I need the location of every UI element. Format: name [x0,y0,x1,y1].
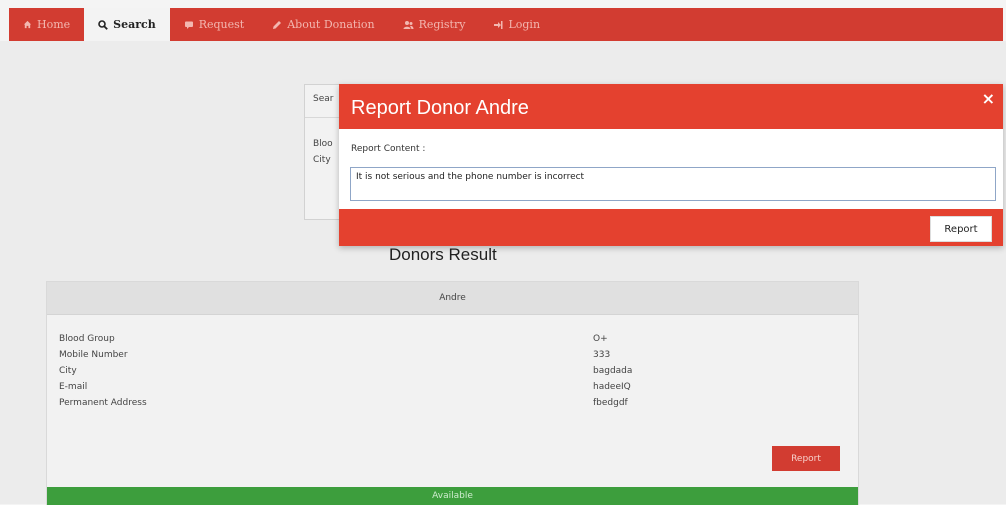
donor-availability-status: Available [47,487,858,505]
search-panel-blood-label: Bloo [313,139,333,149]
nav-request-label: Request [198,18,245,31]
nav-login[interactable]: Login [479,8,554,41]
donor-field-values: O+ 333 bagdada hadeeIQ fbedgdf [593,331,632,411]
donor-report-button[interactable]: Report [772,446,840,471]
modal-body: Report Content : It is not serious and t… [339,129,1003,209]
donor-name: Andre [47,282,858,315]
donor-field-label: City [59,366,77,376]
nav-registry[interactable]: Registry [389,8,480,41]
users-icon [403,20,414,30]
search-panel-header: Sear [313,94,334,104]
home-icon [23,20,32,29]
nav-registry-label: Registry [418,18,466,31]
donors-result-heading: Donors Result [389,245,497,264]
donor-field-label: E-mail [59,382,88,392]
sign-in-icon [493,20,503,30]
comment-icon [184,20,194,30]
report-donor-modal: Report Donor Andre × Report Content : It… [339,84,1003,246]
close-icon[interactable]: × [982,89,995,108]
search-icon [98,19,108,30]
nav-search[interactable]: Search [84,8,170,41]
donor-field-value: fbedgdf [593,398,628,408]
donor-field-label: Permanent Address [59,398,147,408]
modal-title: Report Donor Andre [351,97,529,119]
donor-card: Andre Blood Group Mobile Number City E-m… [46,281,859,505]
report-content-label: Report Content : [351,144,426,154]
donor-field-label: Mobile Number [59,350,128,360]
modal-report-button[interactable]: Report [930,216,992,242]
donor-field-label: Blood Group [59,334,115,344]
top-navbar: Home Search Request About Donation Regis… [9,8,1003,41]
pencil-icon [272,20,282,30]
nav-login-label: Login [508,18,541,31]
search-panel-city-label: City [313,155,331,165]
donor-field-value: 333 [593,350,611,360]
donor-field-value: hadeeIQ [593,382,631,392]
donor-field-labels: Blood Group Mobile Number City E-mail Pe… [59,331,147,411]
report-content-textarea[interactable]: It is not serious and the phone number i… [350,167,996,201]
nav-home[interactable]: Home [9,8,84,41]
nav-home-label: Home [37,18,71,31]
nav-search-label: Search [113,18,156,31]
nav-about-donation[interactable]: About Donation [258,8,388,41]
nav-request[interactable]: Request [170,8,259,41]
donor-field-value: O+ [593,334,608,344]
donor-field-value: bagdada [593,366,633,376]
nav-about-donation-label: About Donation [287,18,375,31]
